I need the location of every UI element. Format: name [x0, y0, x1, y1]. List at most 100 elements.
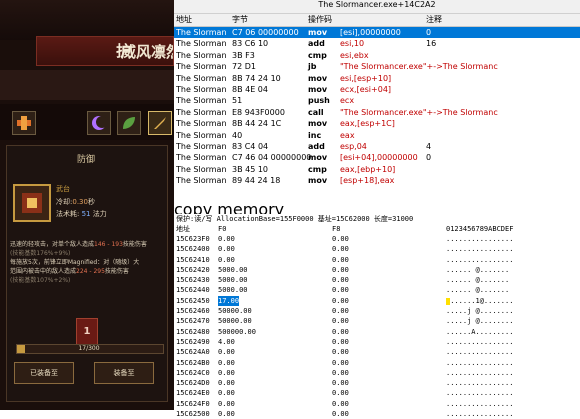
- memory-row[interactable]: 15C623F0 0.00 0.00................: [174, 234, 580, 244]
- disasm-operand: esp,04: [340, 141, 367, 151]
- skill-description: 迅速的轻攻击，对单个敌人造成146 - 193技能伤害 (技能基数176%+9%…: [10, 241, 147, 284]
- memory-row[interactable]: 15C62450 17.00 0.00 .......1@.......: [174, 295, 580, 307]
- skill-cost: 法术耗: 51 法力: [56, 210, 107, 218]
- memory-value-f8: 0.00: [332, 276, 349, 285]
- memory-row[interactable]: 15C62420 5000.00 0.00 ...... @.......: [174, 265, 580, 275]
- disasm-bytes: 51: [232, 96, 243, 106]
- disasm-row[interactable]: The Slorman 8B 74 24 10 mov esi,[esp+10]: [174, 73, 580, 84]
- memory-value-f0: 5000.00: [218, 276, 248, 285]
- disasm-row[interactable]: The Slorman 51 push ecx: [174, 95, 580, 106]
- mem-col-f8: F8: [332, 225, 341, 233]
- disasm-comment: 0: [426, 153, 432, 163]
- disasm-mnemonic: mov: [308, 84, 328, 94]
- memory-value-f0: 0.00: [218, 399, 235, 408]
- disasm-mnemonic: mov: [308, 119, 328, 129]
- memory-ascii: ................: [446, 245, 514, 254]
- memory-value-f8: 0.00: [332, 307, 349, 316]
- memory-value-f0: 0.00: [218, 389, 235, 398]
- sword-icon[interactable]: [148, 111, 172, 135]
- memory-value-f8: 0.00: [332, 317, 349, 326]
- disasm-row[interactable]: The Slorman C7 06 00000000 mov [esi],000000…: [174, 27, 580, 39]
- memory-row[interactable]: 15C624D0 0.00 0.00................: [174, 378, 580, 388]
- memory-address: 15C623F0: [176, 235, 210, 243]
- disasm-mnemonic: add: [308, 39, 325, 49]
- col-opcode[interactable]: 操作码: [308, 14, 332, 25]
- memory-row[interactable]: 15C62480 500000.00 0.00 ......A.........: [174, 327, 580, 337]
- disasm-row[interactable]: The Slorman 8B 4E 04 mov ecx,[esi+04]: [174, 84, 580, 95]
- disasm-mnemonic: mov: [308, 153, 328, 163]
- disasm-row[interactable]: The Slorman C7 46 04 00000000 mov [esi+04],…: [174, 152, 580, 163]
- col-address[interactable]: 地址: [176, 14, 192, 25]
- memory-row[interactable]: 15C624B0 0.00 0.00................: [174, 358, 580, 368]
- memory-value-f8: 0.00: [332, 379, 349, 388]
- memory-row[interactable]: 15C62470 50000.00 0.00 .....j @........: [174, 316, 580, 326]
- disasm-address: The Slorman: [176, 153, 227, 163]
- fire-rune-icon[interactable]: [12, 111, 36, 135]
- memory-ascii: ................: [446, 337, 514, 346]
- disasm-row[interactable]: The Slorman 89 44 24 18 mov [esp+18],eax: [174, 175, 580, 186]
- memory-ascii: ......A.........: [446, 327, 514, 336]
- memory-row[interactable]: 15C62500 0.00 0.00................: [174, 409, 580, 419]
- memory-address: 15C62460: [176, 307, 210, 316]
- equip-to-button[interactable]: 装备至: [94, 362, 154, 384]
- memory-row[interactable]: 15C624E0 0.00 0.00................: [174, 388, 580, 398]
- memory-address: 15C62480: [176, 327, 210, 336]
- disasm-row[interactable]: The Slorman 40 inc eax: [174, 130, 580, 141]
- disasm-row[interactable]: The Slorman 3B F3 cmp esi,ebx: [174, 50, 580, 61]
- disasm-operand: "The Slormancer.exe"+->The Slormanc: [340, 62, 498, 72]
- memory-row[interactable]: 15C62410 0.00 0.00................: [174, 255, 580, 265]
- leaf-icon[interactable]: [117, 111, 141, 135]
- memory-row[interactable]: 15C624F0 0.00 0.00................: [174, 399, 580, 409]
- equipped-to-button[interactable]: 已装备至: [14, 362, 74, 384]
- memory-ascii: ...... @.......: [446, 265, 510, 274]
- mem-col-address: 地址: [176, 225, 190, 233]
- disasm-row[interactable]: The Slorman 72 D1 jb "The Slormancer.exe"+-…: [174, 61, 580, 72]
- memory-row[interactable]: 15C624C0 0.00 0.00................: [174, 368, 580, 378]
- disasm-address: The Slorman: [176, 73, 227, 83]
- skill-panel-title: 防御: [76, 155, 95, 165]
- disasm-mnemonic: mov: [308, 73, 328, 83]
- col-bytes[interactable]: 字节: [232, 14, 248, 25]
- memory-ascii: ................: [446, 399, 514, 408]
- skill-xp-text: 17/300: [78, 345, 100, 352]
- memory-value-f0: 50000.00: [218, 317, 252, 326]
- disasm-bytes: 8B 74 24 10: [232, 73, 281, 83]
- memory-value-f8: 0.00: [332, 245, 349, 254]
- disasm-row[interactable]: The Slorman 83 C4 04 add esp,04 4: [174, 141, 580, 152]
- disasm-bytes: 8B 44 24 1C: [232, 119, 282, 129]
- memory-value-f0: 0.00: [218, 358, 235, 367]
- disasm-bytes: 3B 45 10: [232, 164, 269, 174]
- memory-row[interactable]: 15C62460 50000.00 0.00 .....j @........: [174, 306, 580, 316]
- memory-row[interactable]: 15C62430 5000.00 0.00 ...... @.......: [174, 275, 580, 285]
- memory-ascii: ................: [446, 255, 514, 264]
- disasm-bytes: 3B F3: [232, 50, 255, 60]
- memory-row[interactable]: 15C624A0 0.00 0.00................: [174, 347, 580, 357]
- memory-ascii: .....j @........: [446, 307, 514, 316]
- disasm-address: The Slorman: [176, 141, 227, 151]
- disasm-mnemonic: mov: [308, 28, 328, 37]
- col-comment[interactable]: 注释: [426, 14, 442, 25]
- memory-value-f0: 0.00: [218, 255, 235, 264]
- disasm-bytes: 8B 4E 04: [232, 84, 268, 94]
- crescent-icon[interactable]: [87, 111, 111, 135]
- memory-value-f8: 0.00: [332, 265, 349, 274]
- memory-rows: 15C623F0 0.00 0.00................ 15C62400…: [174, 234, 580, 419]
- memory-address: 15C624D0: [176, 379, 210, 388]
- skill-tree-title: 威风凛然: [36, 36, 174, 66]
- disasm-row[interactable]: The Slorman 3B 45 10 cmp eax,[ebp+10]: [174, 164, 580, 175]
- memory-row[interactable]: 15C62490 4.00 0.00................: [174, 337, 580, 347]
- disasm-bytes: C7 46 04 00000000: [232, 153, 312, 163]
- memory-value-f0: 17.00: [218, 295, 240, 307]
- memory-value-f0: 0.00: [218, 410, 235, 419]
- memory-ascii: ................: [446, 358, 514, 367]
- disasm-row[interactable]: The Slorman 83 C6 10 add esi,10 16: [174, 38, 580, 49]
- disasm-row[interactable]: The Slorman E8 943F0000 call "The Slormance…: [174, 107, 580, 118]
- memory-row[interactable]: 15C62440 5000.00 0.00 ...... @.......: [174, 285, 580, 295]
- disasm-operand: ecx,[esi+04]: [340, 84, 392, 94]
- memory-row[interactable]: 15C62400 0.00 0.00................: [174, 244, 580, 254]
- disasm-row[interactable]: The Slorman 8B 44 24 1C mov eax,[esp+1C]: [174, 118, 580, 129]
- memory-value-f0: 0.00: [218, 235, 235, 243]
- disassembler-title: The Slormancer.exe+14C2A2: [174, 0, 580, 14]
- disasm-mnemonic: jb: [308, 62, 317, 72]
- game-header-strip: [0, 70, 174, 100]
